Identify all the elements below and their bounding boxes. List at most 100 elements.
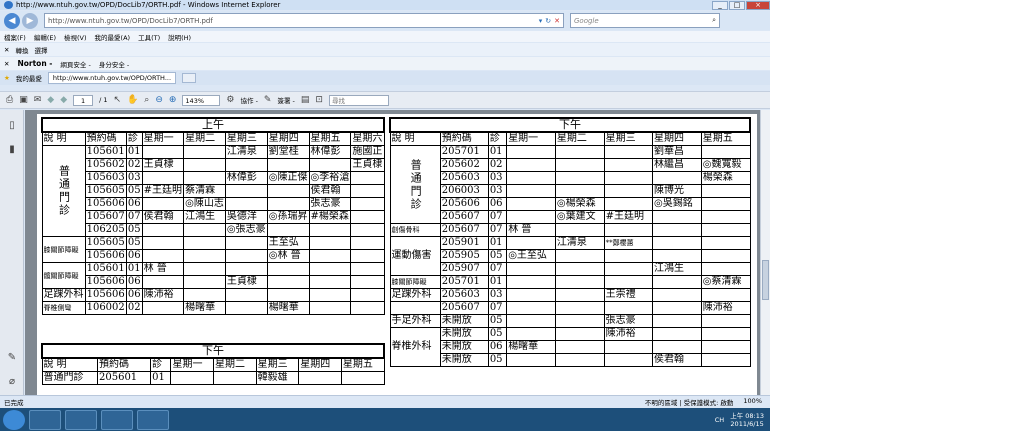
taskbar-explorer[interactable] bbox=[29, 409, 61, 430]
close-button[interactable]: × bbox=[746, 0, 770, 10]
clock[interactable]: 上午 08:13 2011/6/15 bbox=[730, 412, 764, 428]
dropdown-icon[interactable]: ▾ bbox=[539, 17, 543, 25]
doctor-cell bbox=[183, 262, 226, 276]
doctor-cell bbox=[506, 145, 556, 159]
favorites-star-icon[interactable]: ★ bbox=[4, 74, 10, 82]
doctor-cell: #楊榮森 bbox=[308, 210, 352, 224]
doctor-cell bbox=[700, 353, 751, 367]
norton-brand[interactable]: Norton - bbox=[17, 59, 52, 68]
doctor-cell bbox=[350, 184, 385, 198]
clinic-number: 03 bbox=[487, 288, 508, 302]
search-icon[interactable]: ⌕ bbox=[712, 16, 716, 25]
refresh-icon[interactable]: ↻ bbox=[545, 17, 551, 25]
booking-code: 105606 bbox=[84, 249, 127, 263]
maximize-button[interactable]: □ bbox=[729, 0, 745, 10]
clinic-number: 01 bbox=[487, 275, 508, 289]
booking-code: 105601 bbox=[84, 145, 127, 159]
doctor-cell: 侯君翰 bbox=[308, 184, 352, 198]
row-group-label: 髖關節障礙 bbox=[41, 262, 86, 289]
clinic-number: 06 bbox=[125, 288, 143, 302]
scroll-thumb[interactable] bbox=[762, 260, 769, 300]
fit-page-icon[interactable]: ▤ bbox=[301, 95, 310, 105]
favorites-button[interactable]: 我的最愛 bbox=[16, 73, 42, 83]
close-bar-icon[interactable]: ✕ bbox=[4, 46, 9, 54]
zoom-out-icon[interactable]: ⊖ bbox=[155, 95, 163, 105]
table-row: 普通門診 105601 01 江清泉 劉堂桂 林偉彭 施國正 bbox=[41, 145, 385, 237]
marquee-zoom-icon[interactable]: ⌕ bbox=[144, 95, 149, 105]
vertical-scrollbar[interactable] bbox=[760, 110, 770, 395]
doctor-cell: ◎楊榮森 bbox=[554, 197, 605, 211]
email-icon[interactable]: ✉ bbox=[34, 95, 42, 105]
web-safety-button[interactable]: 網頁安全 - bbox=[60, 59, 90, 69]
booking-code: 105606 bbox=[84, 288, 127, 302]
doctor-cell bbox=[554, 301, 605, 315]
taskbar-player[interactable] bbox=[65, 409, 97, 430]
table-row: 205603 03 楊榮森 bbox=[390, 171, 751, 185]
morning-schedule-table: 上午 說 明預約碼診星期一 星期二 星期三 星期四 星期五 星期六 普通門診 105601 0… bbox=[41, 117, 385, 315]
clinic-number: 07 bbox=[487, 262, 508, 276]
doctor-cell bbox=[554, 327, 605, 341]
collab-menu[interactable]: 協作 - bbox=[241, 95, 258, 105]
menu-view[interactable]: 檢視(V) bbox=[64, 32, 87, 42]
address-input[interactable]: http://www.ntuh.gov.tw/OPD/DocLib7/ORTH.… bbox=[44, 13, 564, 28]
doctor-cell bbox=[308, 236, 352, 250]
doctor-cell: 蔡清霖 bbox=[183, 184, 226, 198]
table-row: 105602 02 王貞棣 王貞棣 bbox=[42, 158, 385, 172]
comments-icon[interactable]: ✎ bbox=[6, 352, 18, 364]
page-number-input[interactable]: 1 bbox=[73, 94, 94, 106]
minimize-button[interactable]: _ bbox=[712, 0, 728, 10]
doctor-cell: 陳博光 bbox=[651, 184, 702, 198]
save-icon[interactable]: ▣ bbox=[19, 95, 28, 105]
clinic-number: 01 bbox=[487, 236, 508, 250]
menu-favorites[interactable]: 我的最愛(A) bbox=[95, 32, 131, 42]
booking-code: 105603 bbox=[84, 171, 127, 185]
zoom-input[interactable]: 143% bbox=[182, 94, 221, 106]
forward-arrow-icon[interactable]: ▶ bbox=[22, 12, 38, 29]
hand-tool-icon[interactable]: ✋ bbox=[127, 95, 138, 105]
stop-icon[interactable]: ✕ bbox=[554, 17, 560, 25]
zoom-level[interactable]: 100% bbox=[743, 397, 762, 407]
find-input[interactable]: 尋找 bbox=[328, 94, 389, 106]
search-input[interactable]: Google ⌕ bbox=[570, 13, 720, 28]
doctor-cell bbox=[350, 236, 385, 250]
paperclip-icon[interactable]: ⌀ bbox=[6, 376, 18, 388]
attachments-icon[interactable]: ▮ bbox=[6, 144, 18, 156]
doctor-cell bbox=[700, 184, 751, 198]
new-tab-button[interactable] bbox=[182, 73, 197, 83]
clinic-number: 02 bbox=[125, 158, 143, 172]
print-icon[interactable]: ⎙ bbox=[6, 95, 13, 105]
next-page-icon[interactable]: ◆ bbox=[60, 95, 67, 105]
sign-menu[interactable]: 簽署 - bbox=[277, 95, 294, 105]
select-tool-icon[interactable]: ↖ bbox=[114, 95, 122, 105]
doctor-cell: 陳沛裕 bbox=[700, 301, 751, 315]
table-row: 足踝外科 105606 06 陳沛裕 bbox=[41, 288, 385, 302]
booking-code: 205607 bbox=[439, 210, 489, 224]
menu-help[interactable]: 說明(H) bbox=[168, 32, 191, 42]
doctor-cell bbox=[183, 223, 226, 237]
tab-active[interactable]: http://www.ntuh.gov.tw/OPD/ORTH... bbox=[47, 72, 177, 84]
doctor-cell: 王貞棣 bbox=[141, 158, 185, 172]
pages-icon[interactable]: ▯ bbox=[6, 120, 18, 132]
convert-button[interactable]: 轉換 bbox=[15, 45, 28, 55]
taskbar-ie[interactable] bbox=[137, 409, 169, 430]
fit-width-icon[interactable]: ⊡ bbox=[315, 95, 323, 105]
row-group-label: 普通門診 bbox=[389, 145, 441, 224]
sign-icon[interactable]: ✎ bbox=[264, 95, 272, 105]
language-indicator[interactable]: CH bbox=[715, 416, 724, 424]
menu-edit[interactable]: 編輯(E) bbox=[34, 32, 56, 42]
doctor-cell bbox=[603, 197, 653, 211]
table-row: 105605 05 #王廷明 蔡清霖 侯君翰 bbox=[42, 184, 385, 198]
row-group-label: 脊椎側彎 bbox=[41, 301, 86, 315]
close-norton-icon[interactable]: ✕ bbox=[4, 60, 9, 68]
collab-icon[interactable]: ⚙ bbox=[226, 95, 234, 105]
select-button[interactable]: 選擇 bbox=[34, 45, 47, 55]
start-button[interactable] bbox=[3, 409, 25, 430]
taskbar-chrome[interactable] bbox=[101, 409, 133, 430]
identity-safety-button[interactable]: 身分安全 - bbox=[99, 59, 129, 69]
doctor-cell: ◎吳錫銘 bbox=[651, 197, 702, 211]
prev-page-icon[interactable]: ◆ bbox=[47, 95, 54, 105]
back-arrow-icon[interactable]: ◀ bbox=[4, 12, 20, 29]
menu-file[interactable]: 檔案(F) bbox=[4, 32, 26, 42]
menu-tools[interactable]: 工具(T) bbox=[138, 32, 160, 42]
zoom-in-icon[interactable]: ⊕ bbox=[169, 95, 177, 105]
